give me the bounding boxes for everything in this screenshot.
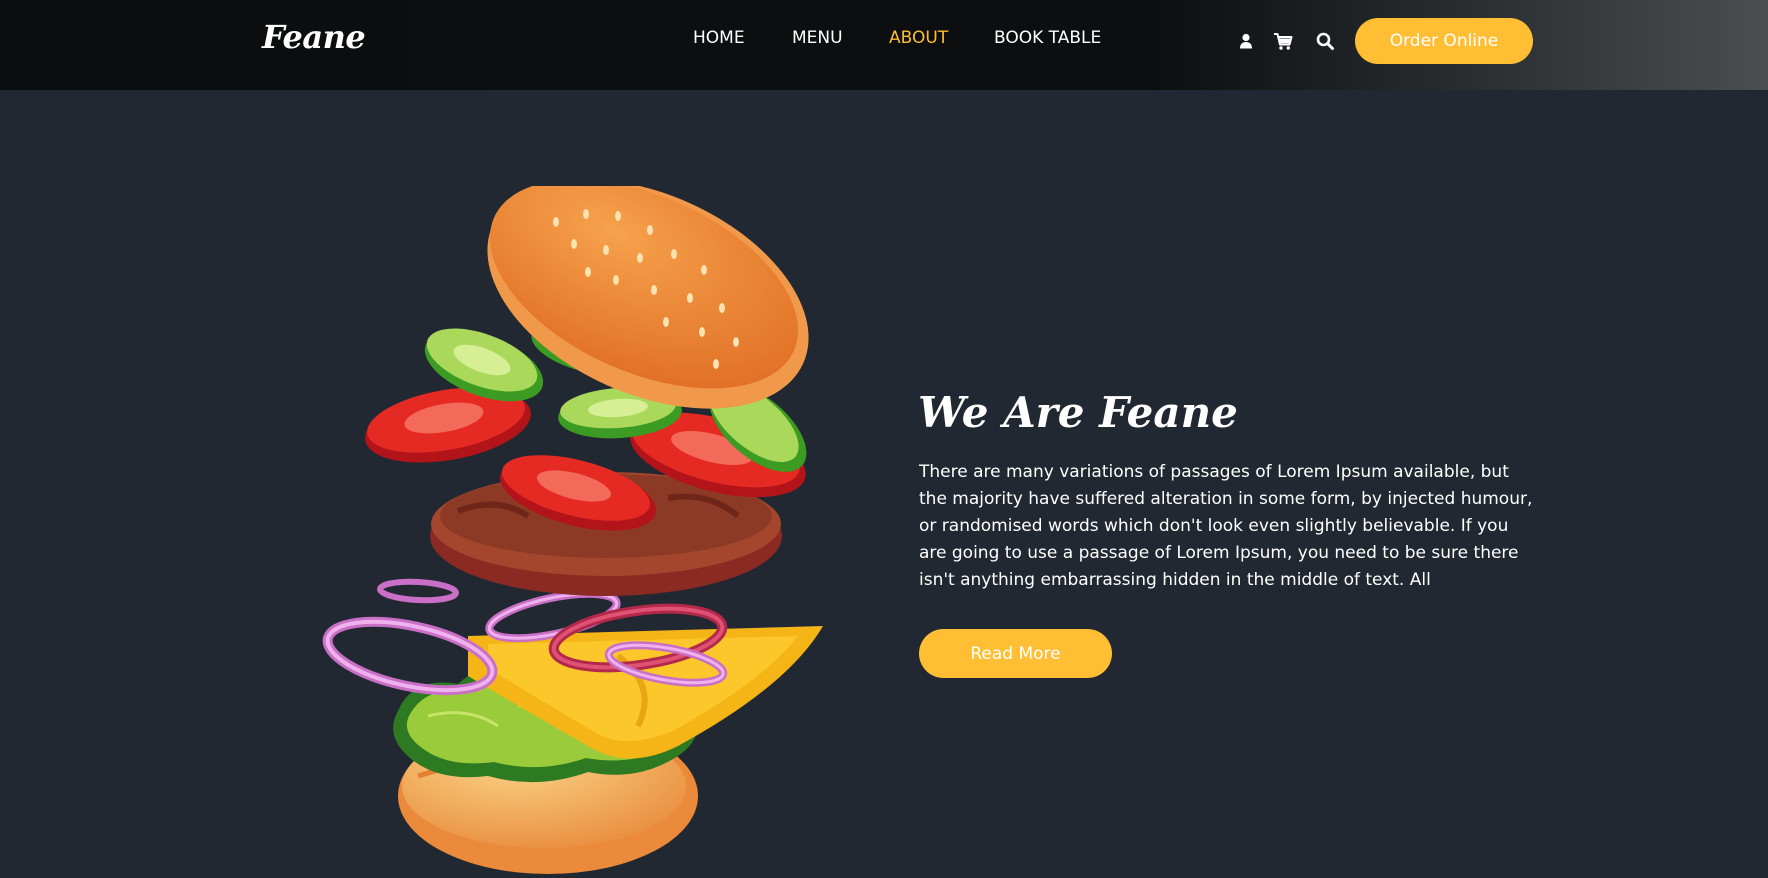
nav-item-about[interactable]: ABOUT	[889, 28, 948, 48]
read-more-button[interactable]: Read More	[919, 629, 1112, 678]
about-description: There are many variations of passages of…	[919, 462, 1533, 590]
nav-item-book-table[interactable]: BOOK TABLE	[994, 28, 1101, 48]
search-icon[interactable]	[1314, 30, 1336, 52]
about-title: We Are Feane	[918, 388, 1238, 437]
burger-illustration	[318, 179, 828, 874]
site-header: Feane HOME MENU ABOUT BOOK TABLE Order O…	[0, 0, 1768, 90]
order-online-button[interactable]: Order Online	[1355, 18, 1533, 64]
nav-item-menu[interactable]: MENU	[792, 28, 843, 48]
brand-logo[interactable]: Feane	[262, 18, 366, 56]
user-icon[interactable]	[1235, 30, 1257, 52]
cart-icon[interactable]	[1272, 30, 1294, 52]
nav-item-home[interactable]: HOME	[693, 28, 745, 48]
